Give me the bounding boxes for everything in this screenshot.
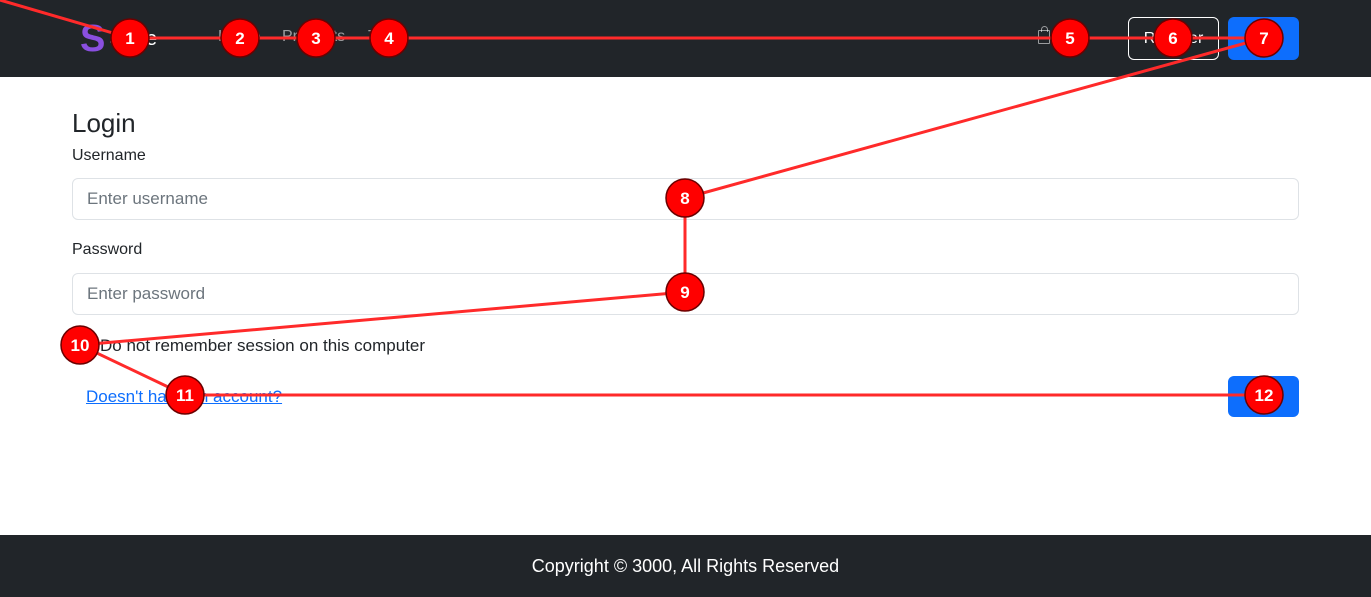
login-submit-button[interactable]: Login [1228,376,1299,417]
password-input[interactable] [72,273,1299,315]
footer-copyright: Copyright © 3000, All Rights Reserved [531,555,840,576]
footer: Copyright © 3000, All Rights Reserved [0,535,1371,597]
password-label: Password [72,241,143,258]
login-nav-button[interactable]: Login [1228,17,1299,60]
nav-link-home[interactable]: Home [218,28,261,46]
page-title: Login [72,108,136,138]
register-button[interactable]: Register [1128,17,1219,60]
nav-link-products[interactable]: Products [282,28,345,46]
nav-link-cart[interactable]: Cart [1038,26,1087,46]
brand-logo[interactable]: S Store [80,18,157,60]
username-label: Username [72,147,146,164]
cart-label: Cart [1056,28,1087,45]
brand-name: Store [109,27,158,50]
remember-session-label[interactable]: Do not remember session on this computer [100,336,425,356]
brand-logo-letter: S [80,18,106,60]
remember-session-row: Do not remember session on this computer [72,336,425,356]
shopping-bag-icon [1038,26,1050,44]
username-input[interactable] [72,178,1299,220]
navbar: S Store Home Products Tags Cart Register… [0,0,1371,77]
register-link[interactable]: Doesn't have an account? [86,387,282,407]
nav-link-tags[interactable]: Tags [368,28,402,46]
remember-session-checkbox[interactable] [76,338,92,354]
